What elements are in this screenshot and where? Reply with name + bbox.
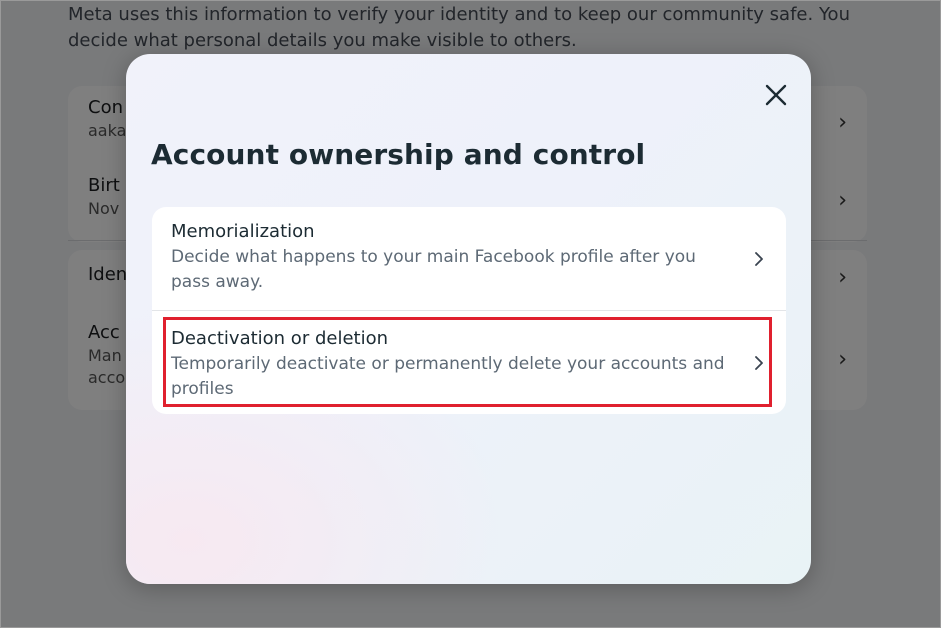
close-icon	[765, 84, 787, 106]
account-ownership-dialog: Account ownership and control Memorializ…	[126, 54, 811, 584]
option-title: Memorialization	[171, 221, 315, 242]
close-button[interactable]	[759, 78, 793, 112]
option-title: Deactivation or deletion	[171, 328, 388, 349]
deactivation-or-deletion-option[interactable]: Deactivation or deletion Temporarily dea…	[152, 310, 786, 414]
chevron-right-icon	[755, 251, 763, 266]
dialog-title: Account ownership and control	[151, 138, 646, 171]
memorialization-option[interactable]: Memorialization Decide what happens to y…	[152, 207, 786, 310]
options-list: Memorialization Decide what happens to y…	[152, 207, 786, 414]
chevron-right-icon	[755, 355, 763, 370]
option-description: Temporarily deactivate or permanently de…	[171, 354, 725, 399]
option-description: Decide what happens to your main Faceboo…	[171, 247, 696, 292]
